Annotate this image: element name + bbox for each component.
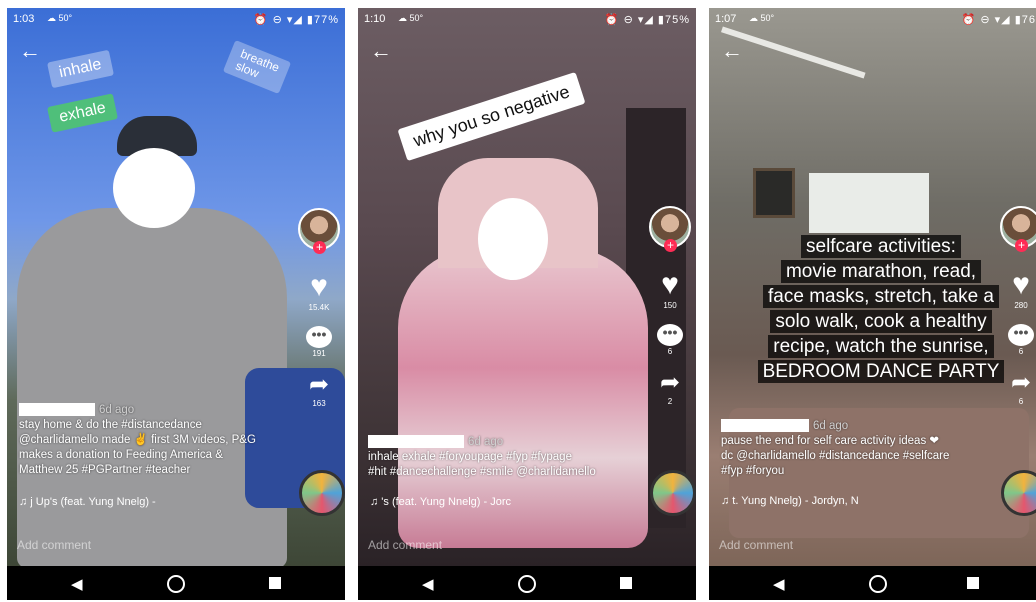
add-comment-input[interactable]: Add comment — [17, 538, 91, 552]
action-rail: + ♥ 15.4K ••• 191 ➦ 163 — [297, 208, 341, 408]
comment-icon[interactable]: ••• — [657, 324, 683, 346]
selfcare-overlay: selfcare activities: movie marathon, rea… — [737, 234, 1025, 384]
face-blur — [113, 148, 195, 228]
window — [809, 173, 929, 233]
caption-line: makes a donation to Feeding America & — [19, 449, 223, 461]
status-time: 1:03 — [13, 13, 35, 25]
comment-count: 6 — [1018, 347, 1024, 356]
arrow-left-icon[interactable]: ← — [19, 38, 41, 64]
square-recents-icon[interactable] — [620, 577, 632, 589]
video-background[interactable] — [7, 8, 345, 568]
battery-percent: 77% — [313, 14, 339, 26]
wall-picture — [753, 168, 795, 218]
share-count: 6 — [1018, 397, 1024, 406]
add-comment-input[interactable]: Add comment — [719, 538, 793, 552]
circle-home-icon[interactable] — [518, 575, 536, 593]
status-icons: ⏰ ⊖ ▾◢ ▮75% — [604, 14, 690, 26]
share-count: 2 — [667, 397, 673, 406]
music-disc[interactable] — [299, 470, 345, 516]
follow-plus-icon[interactable]: + — [664, 239, 677, 252]
caption-line: inhale exhale #foryoupage #fyp #fypage — [368, 451, 572, 463]
username-redacted[interactable] — [19, 403, 95, 417]
share-icon[interactable]: ➦ — [297, 372, 341, 398]
username-redacted[interactable] — [721, 419, 809, 433]
overlay-line: recipe, watch the sunrise, — [768, 335, 994, 358]
weather-indicator: ☁ 50° — [398, 13, 424, 23]
creator-avatar[interactable]: + — [298, 208, 340, 254]
time-ago: 6d ago — [99, 404, 135, 416]
status-bar: 1:10 ☁ 50° ⏰ ⊖ ▾◢ ▮75% — [358, 8, 696, 30]
creator-avatar[interactable]: + — [649, 206, 691, 252]
overlay-line: movie marathon, read, — [780, 260, 982, 283]
android-nav-bar: ◀ — [358, 566, 696, 600]
circle-home-icon[interactable] — [869, 575, 887, 593]
like-count: 280 — [1014, 301, 1028, 310]
status-bar: 1:07 ☁ 50° ⏰ ⊖ ▾◢ ▮76 — [709, 8, 1036, 30]
triangle-back-icon[interactable]: ◀ — [71, 575, 83, 593]
follow-plus-icon[interactable]: + — [313, 241, 326, 254]
caption-line: stay home & do the #distancedance — [19, 419, 202, 431]
arrow-left-icon[interactable]: ← — [370, 38, 392, 64]
triangle-back-icon[interactable]: ◀ — [422, 575, 434, 593]
caption-line: dc @charlidamello #distancedance #selfca… — [721, 450, 950, 462]
overlay-line: face masks, stretch, take a — [763, 285, 999, 308]
square-recents-icon[interactable] — [967, 577, 979, 589]
caption-line: Matthew 25 #PGPartner #teacher — [19, 464, 191, 476]
circle-home-icon[interactable] — [167, 575, 185, 593]
battery-percent: 75% — [664, 14, 690, 26]
time-ago: 6d ago — [813, 420, 849, 432]
square-recents-icon[interactable] — [269, 577, 281, 589]
action-rail: + ♥ 280 ••• 6 ➦ 6 — [999, 206, 1036, 406]
like-count: 150 — [663, 301, 677, 310]
android-nav-bar: ◀ — [709, 566, 1036, 600]
comment-count: 6 — [667, 347, 673, 356]
weather-indicator: ☁ 50° — [749, 13, 775, 23]
arrow-left-icon[interactable]: ← — [721, 38, 743, 64]
android-nav-bar: ◀ — [7, 566, 345, 600]
add-comment-input[interactable]: Add comment — [368, 538, 442, 552]
music-ticker[interactable]: ♫ t. Yung Nnelg) - Jordyn, N — [721, 495, 859, 507]
username-redacted[interactable] — [368, 435, 464, 449]
like-count: 15.4K — [308, 303, 330, 312]
comment-icon[interactable]: ••• — [306, 326, 332, 348]
time-ago: 6d ago — [468, 436, 504, 448]
phone-screen-3: 1:07 ☁ 50° ⏰ ⊖ ▾◢ ▮76 ← selfcare activit… — [709, 8, 1036, 600]
share-icon[interactable]: ➦ — [648, 370, 692, 396]
comment-count: 191 — [312, 349, 326, 358]
phone-screen-2: 1:10 ☁ 50° ⏰ ⊖ ▾◢ ▮75% ← why you so nega… — [358, 8, 696, 600]
status-icons: ⏰ ⊖ ▾◢ ▮76 — [961, 14, 1036, 26]
share-icon[interactable]: ➦ — [999, 370, 1036, 396]
music-ticker[interactable]: ♫ 's (feat. Yung Nnelg) - Jorc — [370, 496, 511, 508]
caption-line: @charlidamello made ✌ first 3M videos, P… — [19, 434, 256, 446]
phone-screen-1: 1:03 ☁ 50° ⏰ ⊖ ▾◢ ▮77% ← inhale exhale b… — [7, 8, 345, 600]
caption-line: #hit #dancechallenge #smile @charlidamel… — [368, 466, 596, 478]
overlay-line: selfcare activities: — [801, 235, 961, 258]
overlay-line: BEDROOM DANCE PARTY — [757, 360, 1005, 383]
caption-block: 6d ago inhale exhale #foryoupage #fyp #f… — [368, 435, 638, 480]
caption-line: pause the end for self care activity ide… — [721, 435, 940, 447]
status-time: 1:10 — [364, 13, 386, 25]
creator-avatar[interactable]: + — [1000, 206, 1036, 252]
caption-block: 6d ago stay home & do the #distancedance… — [19, 403, 289, 478]
triangle-back-icon[interactable]: ◀ — [773, 575, 785, 593]
caption-line: #fyp #foryou — [721, 465, 785, 477]
status-icons: ⏰ ⊖ ▾◢ ▮77% — [253, 14, 339, 26]
status-bar: 1:03 ☁ 50° ⏰ ⊖ ▾◢ ▮77% — [7, 8, 345, 30]
heart-icon[interactable]: ♥ — [297, 272, 341, 302]
face-blur — [478, 198, 548, 280]
battery-percent: 76 — [1021, 14, 1036, 26]
heart-icon[interactable]: ♥ — [999, 270, 1036, 300]
overlay-line: solo walk, cook a healthy — [770, 310, 992, 333]
weather-indicator: ☁ 50° — [47, 13, 73, 23]
caption-block: 6d ago pause the end for self care activ… — [721, 419, 993, 479]
heart-icon[interactable]: ♥ — [648, 270, 692, 300]
comment-icon[interactable]: ••• — [1008, 324, 1034, 346]
music-disc[interactable] — [650, 470, 696, 516]
music-ticker[interactable]: ♫ j Up's (feat. Yung Nnelg) - — [19, 496, 156, 508]
follow-plus-icon[interactable]: + — [1015, 239, 1028, 252]
action-rail: + ♥ 150 ••• 6 ➦ 2 — [648, 206, 692, 406]
share-count: 163 — [312, 399, 326, 408]
status-time: 1:07 — [715, 13, 737, 25]
